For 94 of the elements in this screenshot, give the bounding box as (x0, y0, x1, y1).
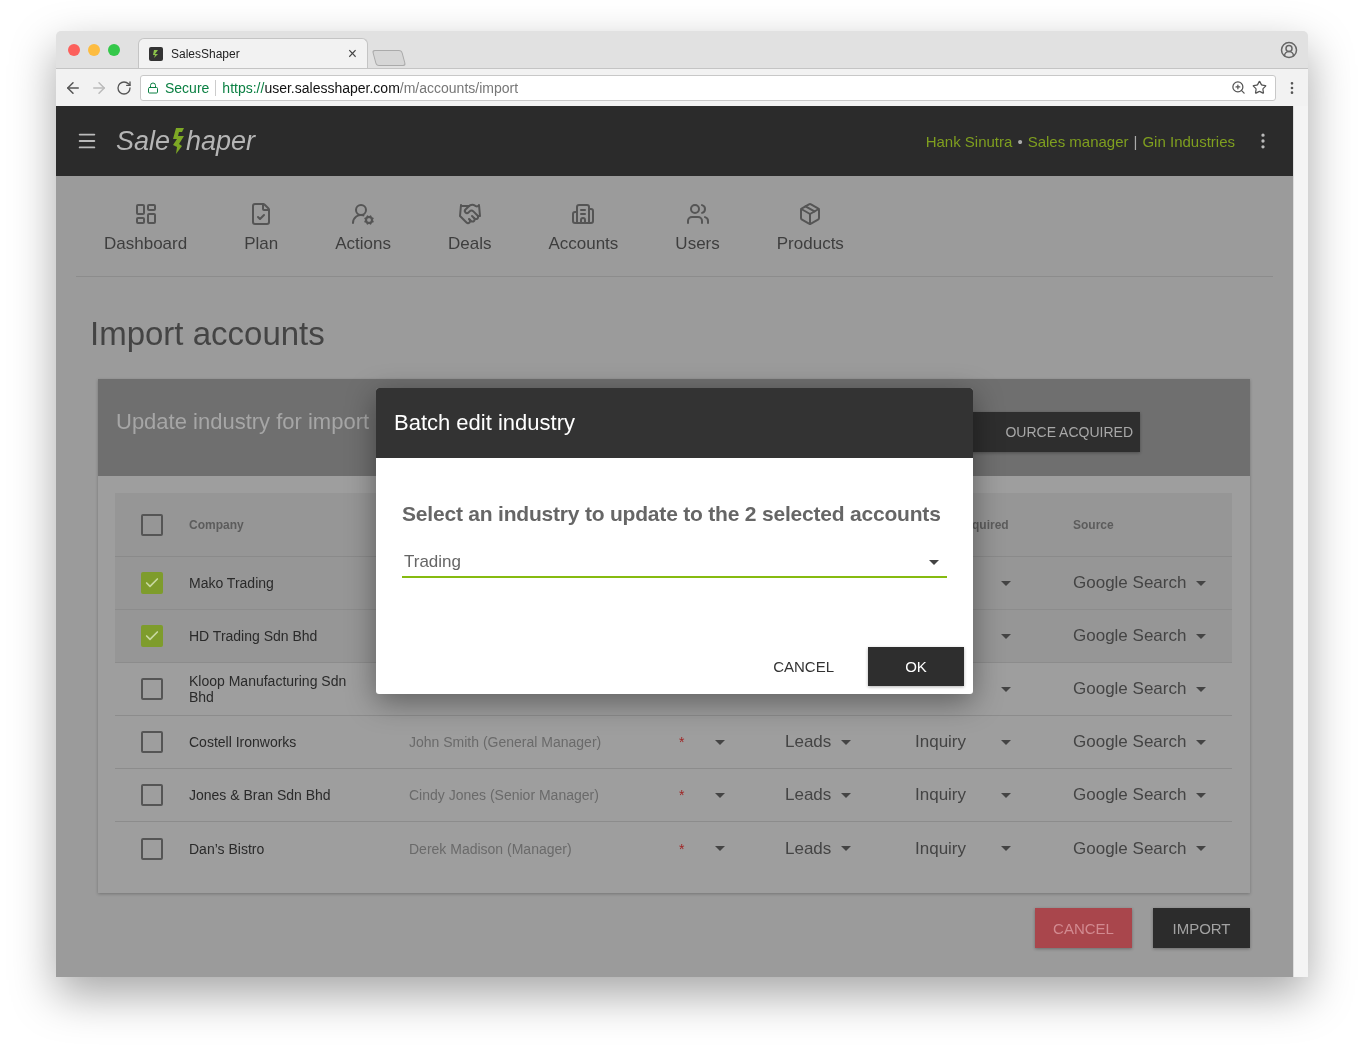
nav-item[interactable]: Accounts (548, 176, 619, 276)
company-name: Kloop Manufacturing Sdn Bhd (189, 673, 348, 705)
company-name: Costell Ironworks (189, 734, 297, 750)
users-icon (685, 202, 710, 226)
import-button[interactable]: IMPORT (1153, 908, 1250, 948)
contact-caret-icon (715, 792, 725, 798)
source-dropdown[interactable]: Google Search (1073, 838, 1207, 859)
lock-icon (147, 81, 159, 94)
required-mark: * (679, 840, 685, 857)
nav-item[interactable]: Actions (335, 176, 391, 276)
package-icon (798, 202, 823, 226)
reload-icon[interactable] (116, 79, 132, 96)
column-header: Source (1073, 517, 1114, 532)
bullet-text: • (1017, 132, 1023, 150)
page-title: Import accounts (90, 315, 326, 353)
row-checkbox[interactable] (141, 625, 163, 647)
source-dropdown[interactable]: Google Search (1073, 626, 1207, 646)
contact-caret-icon (715, 739, 725, 745)
row-checkbox[interactable] (141, 837, 163, 860)
bookmark-star-icon[interactable] (1252, 80, 1267, 95)
logo-icon (170, 126, 187, 156)
company-name[interactable]: Gin Industries (1142, 132, 1235, 150)
zoom-window-icon[interactable] (108, 43, 120, 56)
caret-icon (841, 846, 852, 851)
company-name: Jones & Bran Sdn Bhd (189, 787, 331, 803)
nav-item[interactable]: Dashboard (104, 176, 188, 276)
tab-close[interactable]: × (347, 44, 357, 63)
company-name: Mako Trading (189, 575, 274, 591)
caret-icon (1001, 846, 1011, 851)
type-dropdown[interactable]: Inquiry (915, 785, 1011, 805)
caret-icon (1001, 739, 1011, 745)
caret-icon (1196, 580, 1207, 586)
row-checkbox[interactable] (141, 731, 163, 753)
industry-select[interactable]: Trading (402, 552, 947, 578)
stage-dropdown[interactable]: Leads (785, 838, 852, 859)
zoom-icon[interactable] (1231, 80, 1246, 95)
logo-text: Sale (116, 125, 171, 157)
favicon-icon (149, 46, 163, 61)
caret-icon (1196, 792, 1207, 798)
required-mark: * (679, 787, 685, 803)
user-gear-icon (351, 202, 376, 226)
row-checkbox[interactable] (141, 678, 163, 700)
row-checkbox[interactable] (141, 784, 163, 806)
profile-icon[interactable] (1280, 40, 1298, 59)
nav-item[interactable]: Users (675, 176, 720, 276)
handshake-icon (457, 202, 482, 226)
column-header: quired (971, 517, 1009, 532)
type-dropdown[interactable]: Inquiry (915, 732, 1011, 752)
stage-dropdown[interactable]: Leads (785, 785, 852, 805)
building-icon (571, 202, 596, 226)
caret-icon (1196, 739, 1207, 745)
caret-icon (1196, 846, 1207, 851)
stage-dropdown[interactable]: Leads (785, 732, 852, 752)
nav-item[interactable]: Plan (244, 176, 279, 276)
pipe-text: | (1133, 132, 1138, 150)
dialog-prompt: Select an industry to update to the 2 selected accounts (402, 502, 942, 526)
dialog-cancel-button[interactable]: CANCEL (767, 657, 840, 676)
tab-title: SalesShaper (171, 46, 241, 61)
caret-icon (1196, 686, 1207, 692)
type-dropdown[interactable]: Inquiry (915, 838, 1011, 859)
url-text: https://user.salesshaper.com/m/accounts/import (222, 79, 520, 96)
user-name[interactable]: Hank Sinutra (925, 132, 1013, 150)
caret-icon (841, 792, 852, 798)
secure-label: Secure (165, 79, 217, 96)
company-name: HD Trading Sdn Bhd (189, 628, 318, 644)
caret-icon (1001, 792, 1011, 798)
source-dropdown[interactable]: Google Search (1073, 573, 1207, 593)
dashboard-icon (133, 202, 158, 226)
select-all-checkbox[interactable] (141, 513, 163, 536)
new-tab-button[interactable] (371, 50, 407, 66)
source-dropdown[interactable]: Google Search (1073, 785, 1207, 805)
column-header: Company (189, 517, 244, 532)
user-role[interactable]: Sales manager (1027, 132, 1129, 150)
caret-icon (841, 739, 852, 745)
caret-icon (929, 559, 939, 565)
cancel-button[interactable]: CANCEL (1035, 908, 1132, 948)
caret-icon (1196, 633, 1207, 639)
nav-item[interactable]: Products (776, 176, 844, 276)
browser-tab[interactable]: SalesShaper × (138, 38, 368, 68)
row-checkbox[interactable] (141, 572, 163, 594)
address-bar[interactable]: Secure https://user.salesshaper.com/m/accounts/import (140, 74, 1276, 101)
ok-button[interactable]: OK (868, 647, 964, 686)
source-dropdown[interactable]: Google Search (1073, 679, 1207, 699)
close-window-icon[interactable] (68, 43, 80, 56)
source-dropdown[interactable]: Google Search (1073, 732, 1207, 752)
required-mark: * (679, 734, 685, 750)
dialog-title: Batch edit industry (394, 410, 575, 436)
contact-caret-icon (715, 846, 725, 851)
nav-item[interactable]: Deals (447, 176, 492, 276)
company-name: Dan’s Bistro (189, 840, 265, 857)
caret-icon (1001, 633, 1011, 639)
caret-icon (1001, 580, 1011, 586)
logo-text: haper (186, 125, 256, 157)
caret-icon (1001, 686, 1011, 692)
